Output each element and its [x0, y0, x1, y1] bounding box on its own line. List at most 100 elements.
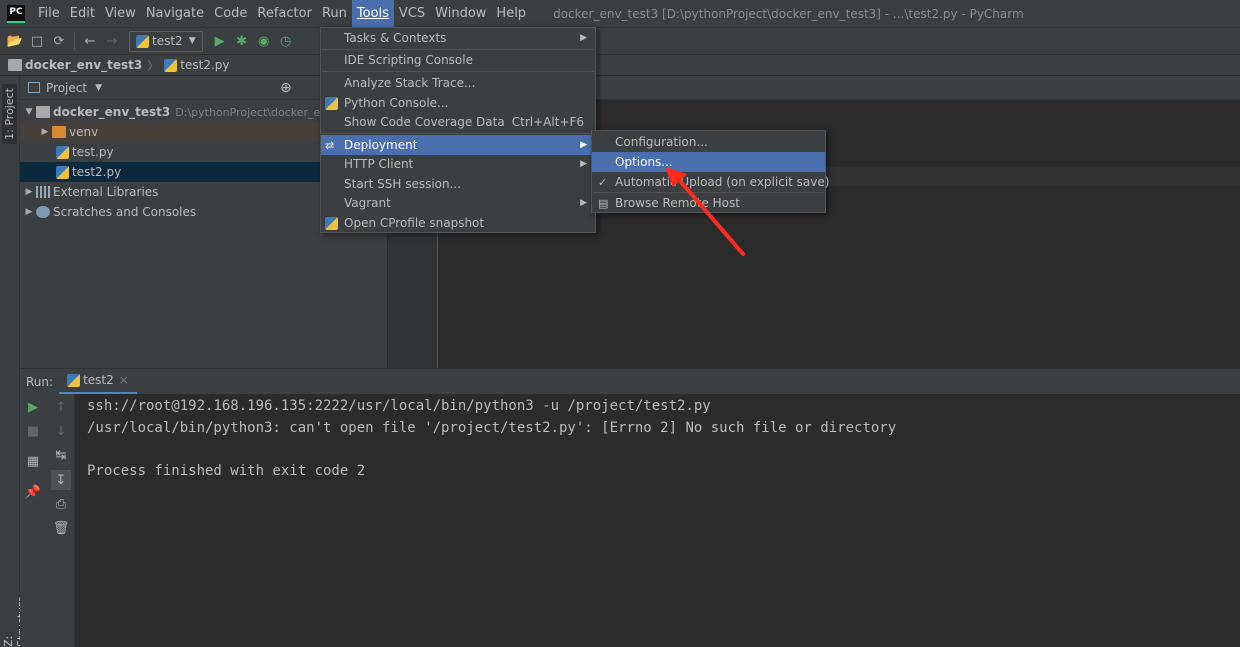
- run-tab-test2[interactable]: test2 ×: [59, 369, 137, 395]
- scroll-to-end-icon[interactable]: ↧: [51, 470, 71, 490]
- tree-item-label: External Libraries: [53, 185, 159, 199]
- python-console-icon: [325, 97, 338, 110]
- tree-item-label: test2.py: [72, 165, 122, 179]
- python-file-icon: [136, 34, 149, 48]
- checkmark-icon: ✓: [598, 175, 608, 189]
- collapsed-arrow-icon[interactable]: ▶: [22, 187, 36, 197]
- menu-item-vagrant[interactable]: Vagrant ▶: [321, 193, 595, 213]
- submenu-arrow-icon: ▶: [580, 140, 587, 150]
- menu-item-show-code-coverage[interactable]: Show Code Coverage Data Ctrl+Alt+F6: [321, 112, 595, 132]
- open-folder-icon[interactable]: 📂: [4, 30, 26, 52]
- locate-icon[interactable]: ⊕: [280, 80, 292, 96]
- python-file-icon: [56, 165, 69, 179]
- annotation-arrow: [665, 167, 745, 256]
- submenu-arrow-icon: ▶: [580, 159, 587, 169]
- tools-menu-dropdown: Tasks & Contexts ▶ IDE Scripting Console…: [320, 27, 596, 233]
- collapsed-arrow-icon[interactable]: ▶: [38, 127, 52, 137]
- menu-run[interactable]: Run: [317, 0, 352, 27]
- submenu-arrow-icon: ▶: [580, 33, 587, 43]
- run-toolbar-secondary: ↑ ↓ ↹ ↧ ⎙ 🗑: [47, 394, 75, 647]
- pin-icon[interactable]: 📌: [23, 482, 43, 502]
- menu-navigate[interactable]: Navigate: [141, 0, 209, 27]
- menu-refactor[interactable]: Refactor: [252, 0, 317, 27]
- up-arrow-icon[interactable]: ↑: [51, 397, 71, 417]
- menu-code[interactable]: Code: [209, 0, 252, 27]
- folder-icon: [36, 106, 50, 118]
- trash-icon[interactable]: 🗑: [51, 518, 71, 538]
- stop-icon[interactable]: ■: [23, 421, 43, 441]
- menu-item-ide-scripting-console[interactable]: IDE Scripting Console: [321, 50, 595, 70]
- menu-item-http-client[interactable]: HTTP Client ▶: [321, 154, 595, 174]
- menu-window[interactable]: Window: [430, 0, 491, 27]
- python-file-icon: [164, 58, 178, 72]
- profile-icon[interactable]: ◷: [275, 30, 297, 52]
- expanded-arrow-icon[interactable]: ▼: [22, 107, 36, 117]
- menu-bar: PC File Edit View Navigate Code Refactor…: [0, 0, 1240, 27]
- pycharm-logo-icon: PC: [7, 4, 25, 23]
- soft-wrap-icon[interactable]: ↹: [51, 445, 71, 465]
- menu-item-deployment[interactable]: ⇄ Deployment ▶: [321, 135, 595, 155]
- window-title: docker_env_test3 [D:\pythonProject\docke…: [553, 6, 1024, 21]
- run-configuration-select[interactable]: test2 ▼: [129, 30, 203, 52]
- menu-item-python-console[interactable]: Python Console...: [321, 93, 595, 113]
- run-panel-label: Run:: [26, 374, 54, 389]
- scratches-icon: [36, 206, 50, 218]
- menu-item-tasks-contexts[interactable]: Tasks & Contexts ▶: [321, 28, 595, 48]
- save-icon[interactable]: □: [26, 30, 48, 52]
- run-toolbar-primary: ▶ ■ ▦ 📌: [20, 394, 47, 647]
- python-file-icon: [56, 145, 69, 159]
- tree-item-label: test.py: [72, 145, 114, 159]
- breadcrumb-project[interactable]: docker_env_test3: [25, 58, 142, 72]
- folder-icon: [8, 59, 22, 71]
- project-view-icon: [28, 82, 40, 93]
- debug-icon[interactable]: ✱: [231, 30, 253, 52]
- chevron-down-icon: ▼: [188, 36, 196, 46]
- run-icon[interactable]: ▶: [209, 30, 231, 52]
- menu-item-analyze-stack-trace[interactable]: Analyze Stack Trace...: [321, 73, 595, 93]
- tab-project[interactable]: 1: Project: [2, 84, 17, 144]
- menu-file[interactable]: File: [33, 0, 65, 27]
- run-tab-label: test2: [83, 373, 114, 387]
- back-arrow-icon[interactable]: ←: [79, 30, 101, 52]
- menu-vcs[interactable]: VCS: [394, 0, 430, 27]
- console-line: /usr/local/bin/python3: can't open file …: [87, 419, 897, 436]
- sync-icon[interactable]: ⟳: [48, 30, 70, 52]
- tree-item-label: venv: [69, 125, 99, 139]
- root-folder-path: D:\pythonProject\docker_env_: [175, 105, 340, 119]
- cprofile-icon: [325, 217, 338, 230]
- print-icon[interactable]: ⎙: [51, 494, 71, 514]
- coverage-icon[interactable]: ◉: [253, 30, 275, 52]
- down-arrow-icon[interactable]: ↓: [51, 421, 71, 441]
- menu-item-open-cprofile[interactable]: Open CProfile snapshot: [321, 213, 595, 233]
- folder-icon: [52, 126, 66, 138]
- menu-item-start-ssh-session[interactable]: Start SSH session...: [321, 174, 595, 194]
- breadcrumb-file[interactable]: test2.py: [180, 58, 229, 72]
- menu-item-configuration[interactable]: Configuration...: [592, 132, 825, 152]
- submenu-arrow-icon: ▶: [580, 198, 587, 208]
- breadcrumb-separator-icon: 〉: [147, 58, 160, 73]
- left-tool-stripe: 1: Project Z: Structure: [0, 76, 28, 647]
- remote-host-icon: ▤: [598, 196, 609, 210]
- collapsed-arrow-icon[interactable]: ▶: [22, 207, 36, 217]
- layout-icon[interactable]: ▦: [23, 451, 43, 471]
- run-console-output[interactable]: ssh://root@192.168.196.135:2222/usr/loca…: [75, 394, 1240, 647]
- project-panel-title[interactable]: Project: [46, 81, 87, 95]
- menu-separator: [322, 133, 594, 134]
- breadcrumb: docker_env_test3 〉 test2.py: [0, 54, 1240, 76]
- menu-separator: [322, 71, 594, 72]
- tree-item-label: Scratches and Consoles: [53, 205, 197, 219]
- menu-help[interactable]: Help: [491, 0, 531, 27]
- main-toolbar: 📂 □ ⟳ ← → test2 ▼ ▶ ✱ ◉ ◷: [0, 27, 1240, 54]
- run-panel-header: Run: test2 ×: [20, 368, 1240, 395]
- library-icon: [36, 186, 50, 198]
- close-icon[interactable]: ×: [119, 373, 129, 387]
- menu-edit[interactable]: Edit: [65, 0, 100, 27]
- forward-arrow-icon[interactable]: →: [101, 30, 123, 52]
- rerun-icon[interactable]: ▶: [23, 397, 43, 417]
- menu-tools[interactable]: Tools: [351, 0, 394, 27]
- chevron-down-icon[interactable]: ▼: [95, 83, 102, 93]
- python-file-icon: [67, 373, 81, 387]
- run-config-label: test2: [152, 34, 183, 48]
- menu-view[interactable]: View: [100, 0, 141, 27]
